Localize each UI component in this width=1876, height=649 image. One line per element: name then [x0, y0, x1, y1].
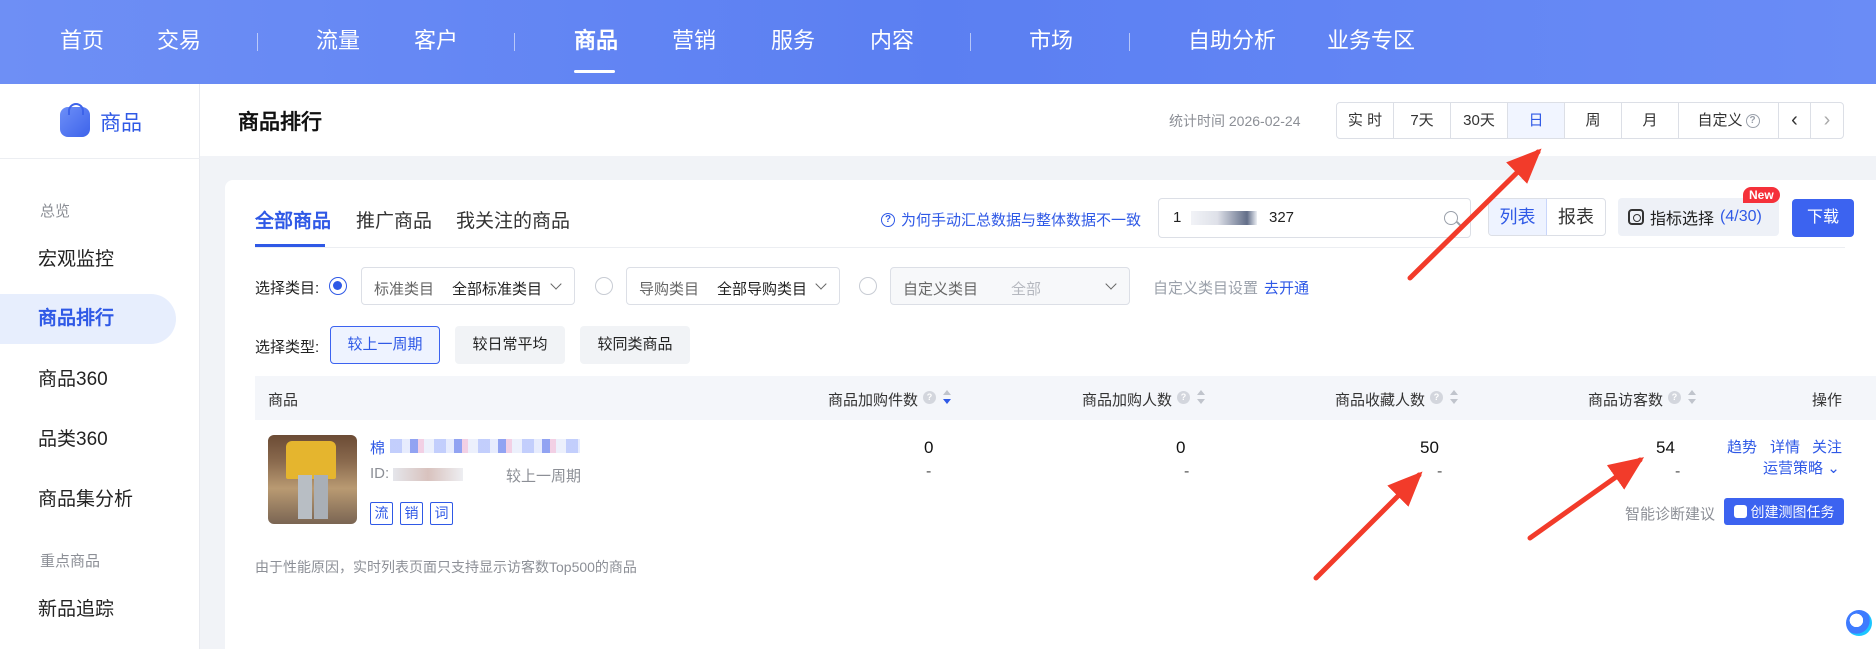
annotation-arrow [1407, 148, 1542, 281]
assistant-logo-icon[interactable] [1846, 610, 1872, 636]
annotation-arrow [1527, 457, 1645, 541]
annotation-arrows [1313, 148, 1645, 581]
annotation-arrow [1313, 471, 1423, 581]
